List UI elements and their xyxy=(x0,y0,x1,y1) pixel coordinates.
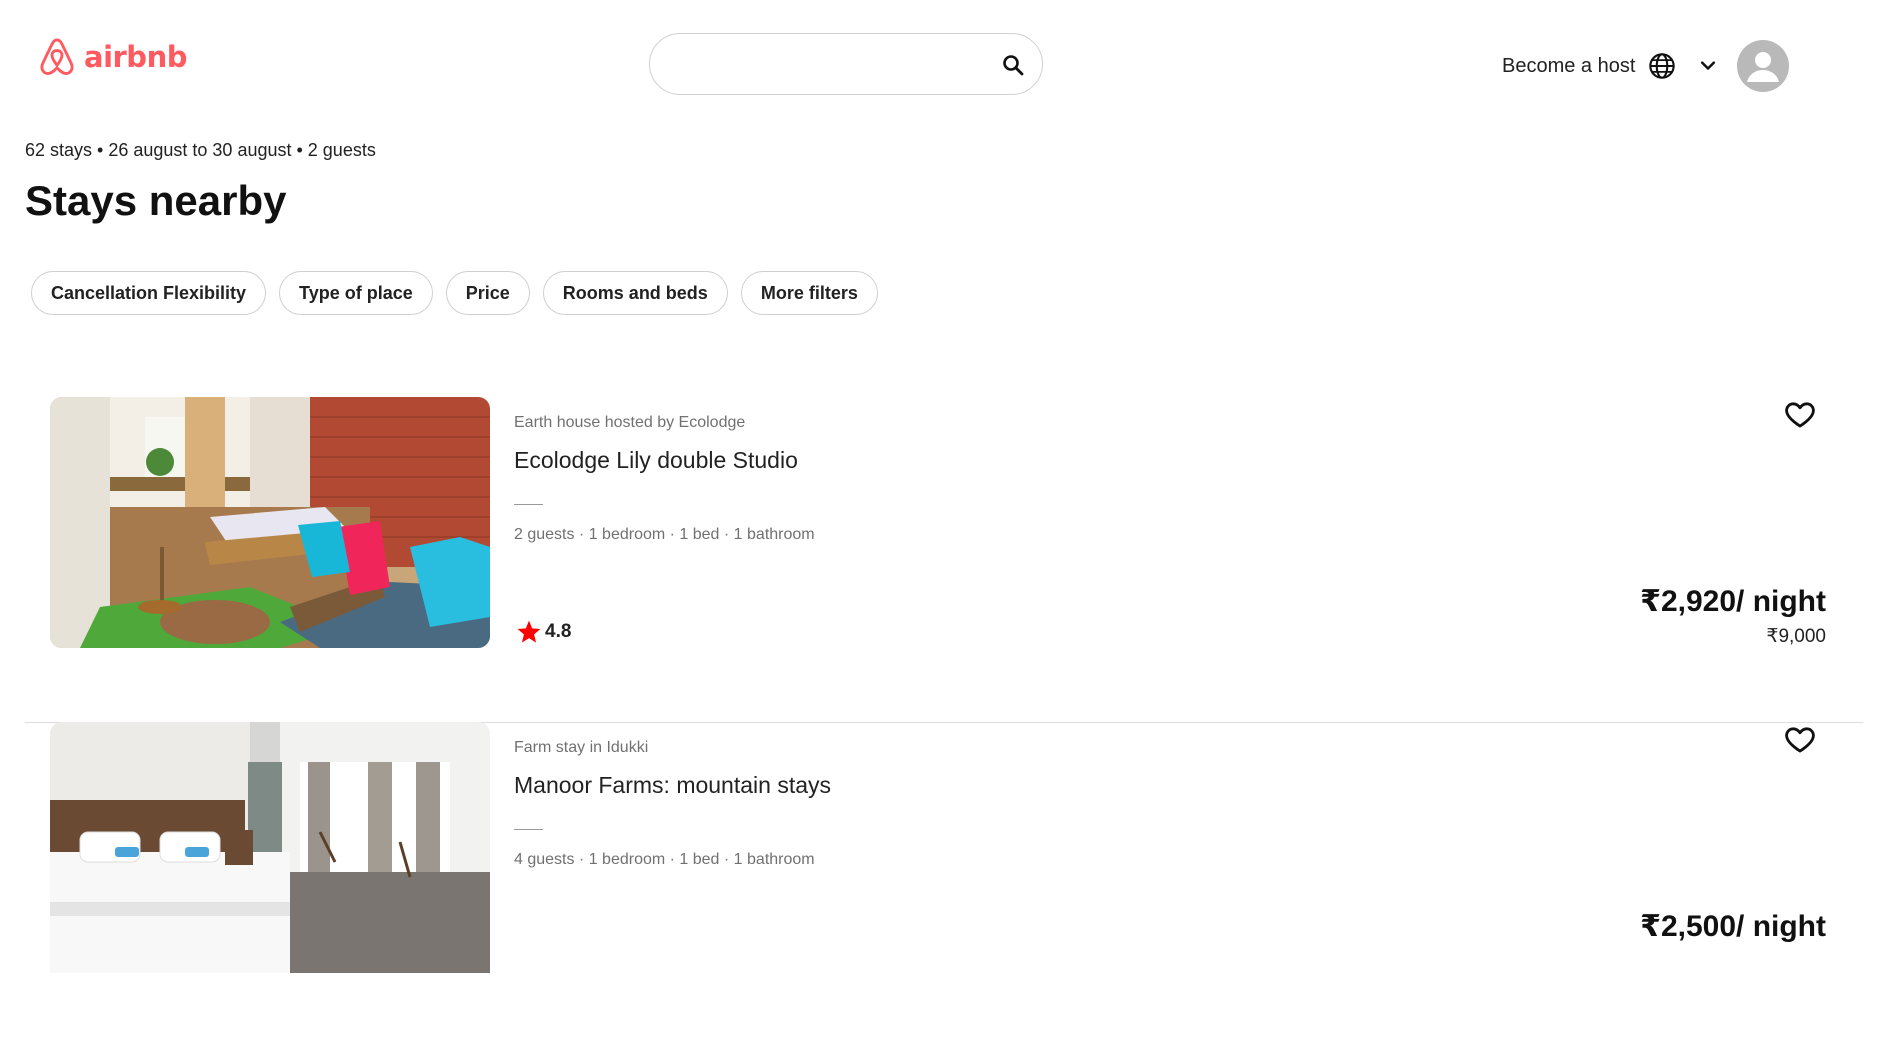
page-title: Stays nearby xyxy=(25,177,287,224)
listing-photo-image xyxy=(50,397,490,648)
search-button[interactable] xyxy=(998,50,1028,80)
listing-photo[interactable] xyxy=(50,722,490,973)
chevron-down-icon[interactable] xyxy=(1698,56,1718,76)
listing-title[interactable]: Ecolodge Lily double Studio xyxy=(514,447,798,474)
filter-type-of-place[interactable]: Type of place xyxy=(279,271,433,315)
listing-details: 4 guests · 1 bedroom · 1 bed · 1 bathroo… xyxy=(514,851,815,868)
search-summary: 62 stays • 26 august to 30 august • 2 gu… xyxy=(25,140,376,160)
listing-title[interactable]: Manoor Farms: mountain stays xyxy=(514,772,831,799)
listing-subtitle: Farm stay in Idukki xyxy=(514,739,649,756)
listing-rating: 4.8 xyxy=(516,619,571,645)
search-icon xyxy=(1003,55,1024,76)
brand-name: airbnb xyxy=(84,40,187,74)
heart-icon[interactable] xyxy=(1783,722,1817,756)
user-avatar-icon xyxy=(1747,52,1779,82)
star-icon xyxy=(517,620,541,643)
heart-icon[interactable] xyxy=(1783,397,1817,431)
listing-divider xyxy=(514,829,543,830)
search-bar[interactable] xyxy=(649,33,1043,95)
listing-subtitle: Earth house hosted by Ecolodge xyxy=(514,414,746,431)
filter-more-filters[interactable]: More filters xyxy=(740,271,878,315)
listing-price: ₹2,500/ night xyxy=(1640,910,1826,943)
top-header: airbnb Become a host xyxy=(0,0,1885,130)
filter-price[interactable]: Price xyxy=(445,271,530,315)
filter-bar: Cancellation Flexibility Type of place P… xyxy=(31,271,878,315)
filter-rooms-and-beds[interactable]: Rooms and beds xyxy=(542,271,728,315)
listing-photo-image xyxy=(50,722,490,973)
listing-details: 2 guests · 1 bedroom · 1 bed · 1 bathroo… xyxy=(514,526,815,543)
user-avatar[interactable] xyxy=(1737,40,1789,92)
listing-photo[interactable] xyxy=(50,397,490,648)
rating-value: 4.8 xyxy=(545,621,572,642)
search-input[interactable] xyxy=(670,46,974,84)
listing-card[interactable]: Earth house hosted by Ecolodge Ecolodge … xyxy=(25,397,1863,723)
globe-icon[interactable] xyxy=(1648,52,1676,80)
listing-price: ₹2,920/ night xyxy=(1640,585,1826,618)
become-host-link[interactable]: Become a host xyxy=(1502,55,1635,78)
listing-card[interactable]: Farm stay in Idukki Manoor Farms: mounta… xyxy=(25,722,1863,1048)
filter-cancellation-flexibility[interactable]: Cancellation Flexibility xyxy=(31,271,267,315)
airbnb-logo[interactable]: airbnb xyxy=(36,34,187,80)
listing-divider xyxy=(514,504,543,505)
airbnb-logo-icon xyxy=(40,38,74,75)
listing-total-price: ₹9,000 xyxy=(1766,626,1826,647)
